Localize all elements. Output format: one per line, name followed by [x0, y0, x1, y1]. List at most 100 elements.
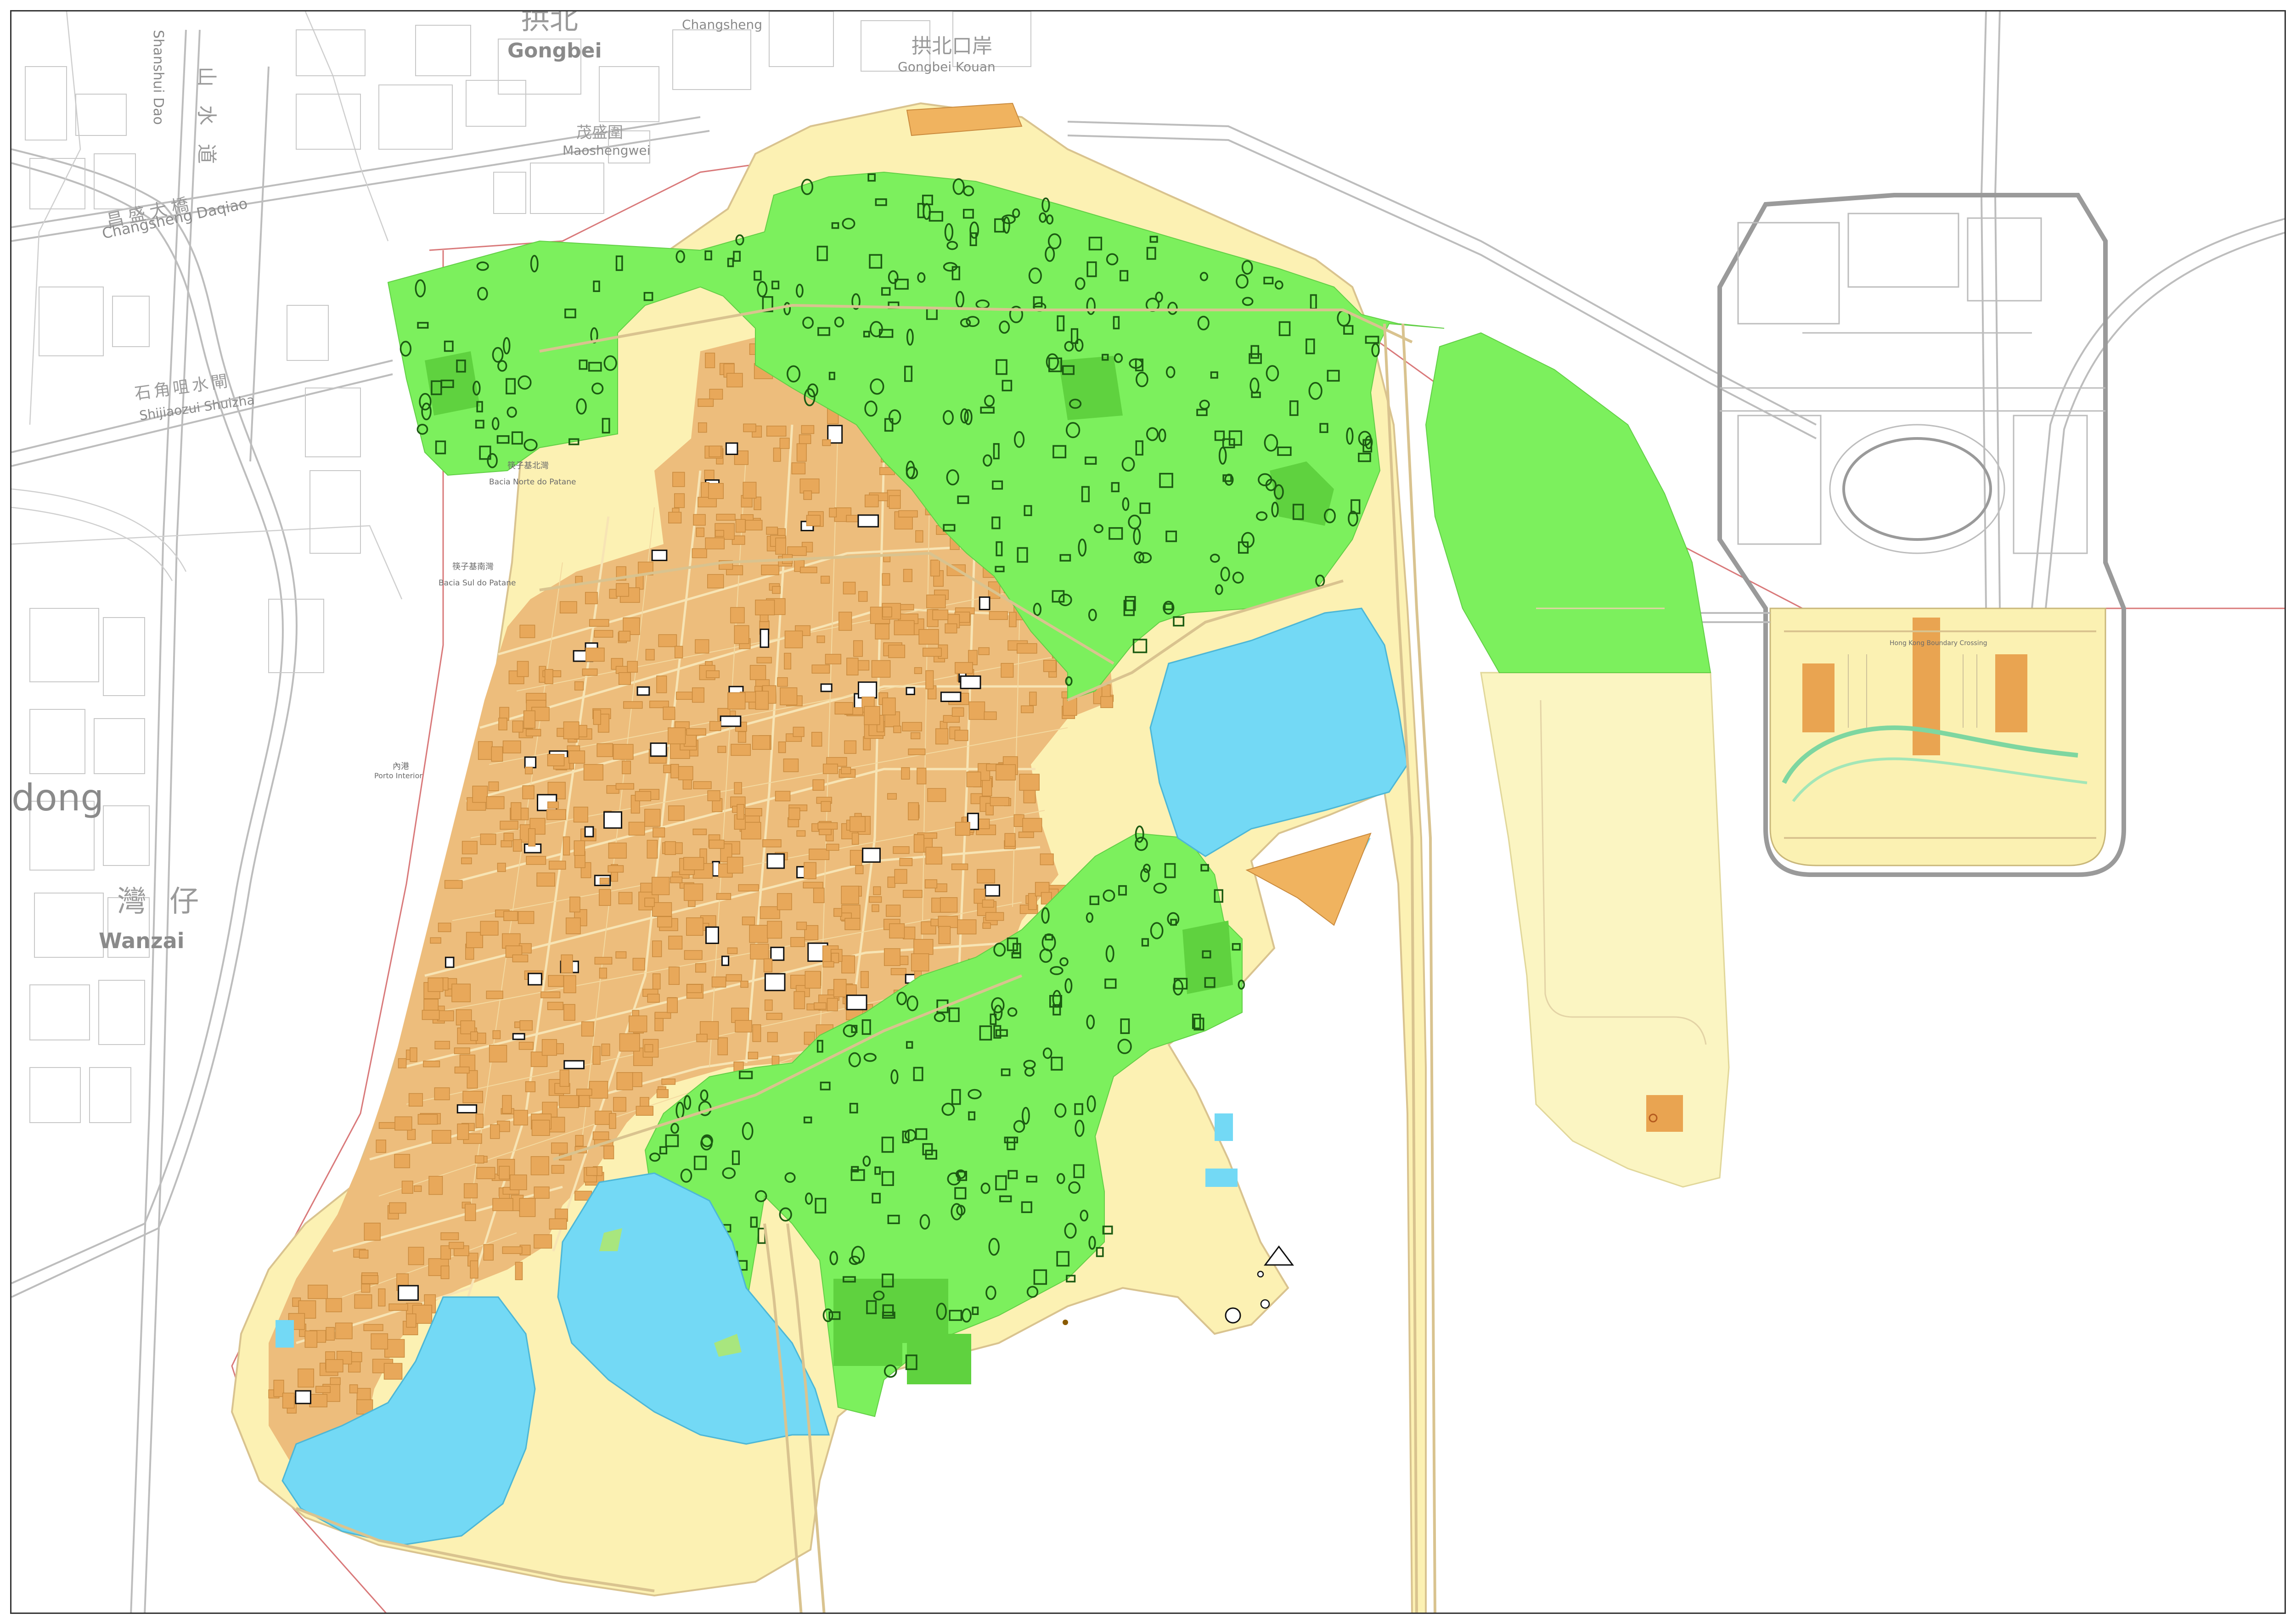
- building: [686, 917, 703, 936]
- building: [437, 1010, 454, 1022]
- building: [589, 619, 609, 627]
- building: [335, 1322, 353, 1339]
- building: [525, 766, 533, 775]
- building: [811, 732, 822, 747]
- building: [796, 830, 806, 837]
- label-changsheng-en: Changsheng: [682, 17, 762, 32]
- building: [695, 639, 709, 654]
- building: [569, 896, 580, 913]
- reclamation-building: [1646, 1095, 1683, 1132]
- label-shanshui-cn: 山水道: [195, 67, 218, 182]
- building: [893, 846, 910, 854]
- building: [899, 858, 913, 866]
- building: [725, 442, 738, 455]
- building: [955, 821, 970, 836]
- building: [480, 833, 496, 845]
- building: [664, 841, 676, 855]
- building: [644, 809, 661, 827]
- building: [486, 796, 505, 809]
- building: [563, 975, 576, 994]
- building: [583, 764, 603, 781]
- building: [887, 793, 897, 800]
- building: [456, 1104, 478, 1113]
- building: [500, 820, 518, 830]
- building: [715, 530, 724, 537]
- building: [486, 990, 503, 999]
- building: [800, 567, 817, 573]
- building: [764, 999, 773, 1011]
- building: [743, 423, 756, 433]
- building: [882, 573, 890, 586]
- building: [882, 607, 892, 618]
- building: [531, 1119, 550, 1136]
- building: [982, 778, 992, 797]
- building: [407, 1129, 416, 1140]
- building: [825, 654, 842, 664]
- building: [954, 730, 968, 741]
- building: [361, 1275, 379, 1284]
- building: [359, 1249, 369, 1259]
- compass-marker-icon: [1225, 1307, 1241, 1324]
- building: [750, 944, 769, 960]
- building: [767, 1032, 778, 1042]
- building: [576, 1088, 592, 1096]
- building: [803, 490, 812, 500]
- building: [735, 519, 746, 533]
- building: [273, 1380, 284, 1397]
- building: [711, 976, 726, 988]
- building: [636, 686, 650, 696]
- label-gongbei-en: Gongbei: [507, 39, 602, 62]
- building: [398, 1058, 407, 1068]
- building: [1029, 691, 1037, 706]
- building: [428, 1176, 443, 1195]
- building: [695, 963, 706, 973]
- building: [585, 592, 598, 604]
- building: [688, 900, 696, 907]
- building: [414, 1185, 422, 1192]
- building: [502, 740, 521, 753]
- building: [886, 905, 901, 917]
- building: [846, 995, 867, 1011]
- label-gongbei-kouan-cn: 拱北口岸: [912, 34, 992, 58]
- building: [903, 569, 912, 582]
- map-canvas[interactable]: Hong Kong Boundary Crossing 拱北 Gongbei 拱…: [11, 11, 2286, 1614]
- building: [822, 961, 834, 968]
- building: [517, 661, 529, 677]
- building: [843, 582, 856, 595]
- hk-port-area[interactable]: Hong Kong Boundary Crossing: [1769, 607, 2106, 866]
- marker-dot-icon: [1063, 1320, 1068, 1325]
- label-porto-cn: 內港: [393, 762, 409, 771]
- building: [530, 1156, 549, 1175]
- building: [686, 728, 706, 736]
- building: [408, 1247, 424, 1265]
- building: [698, 399, 714, 407]
- building: [364, 1222, 381, 1241]
- building: [727, 947, 738, 954]
- building: [663, 707, 675, 720]
- building: [938, 916, 958, 928]
- building: [326, 1327, 335, 1341]
- building: [978, 647, 990, 655]
- building: [817, 822, 838, 830]
- building: [615, 951, 627, 959]
- building: [512, 720, 523, 733]
- map-frame[interactable]: Hong Kong Boundary Crossing 拱北 Gongbei 拱…: [10, 10, 2286, 1614]
- building: [647, 994, 660, 1003]
- building: [652, 902, 672, 917]
- building: [510, 1174, 527, 1191]
- building: [636, 575, 644, 590]
- building: [873, 886, 881, 895]
- building: [793, 726, 805, 737]
- building: [951, 707, 964, 717]
- building: [894, 869, 907, 884]
- building: [652, 973, 661, 989]
- building: [721, 955, 730, 966]
- building: [581, 1021, 594, 1037]
- building: [354, 1294, 372, 1309]
- reclamation-zone-a[interactable]: [1480, 672, 1730, 1188]
- building: [1100, 696, 1114, 708]
- building: [608, 865, 624, 873]
- building: [651, 550, 668, 562]
- building: [871, 660, 891, 678]
- building: [394, 1116, 412, 1131]
